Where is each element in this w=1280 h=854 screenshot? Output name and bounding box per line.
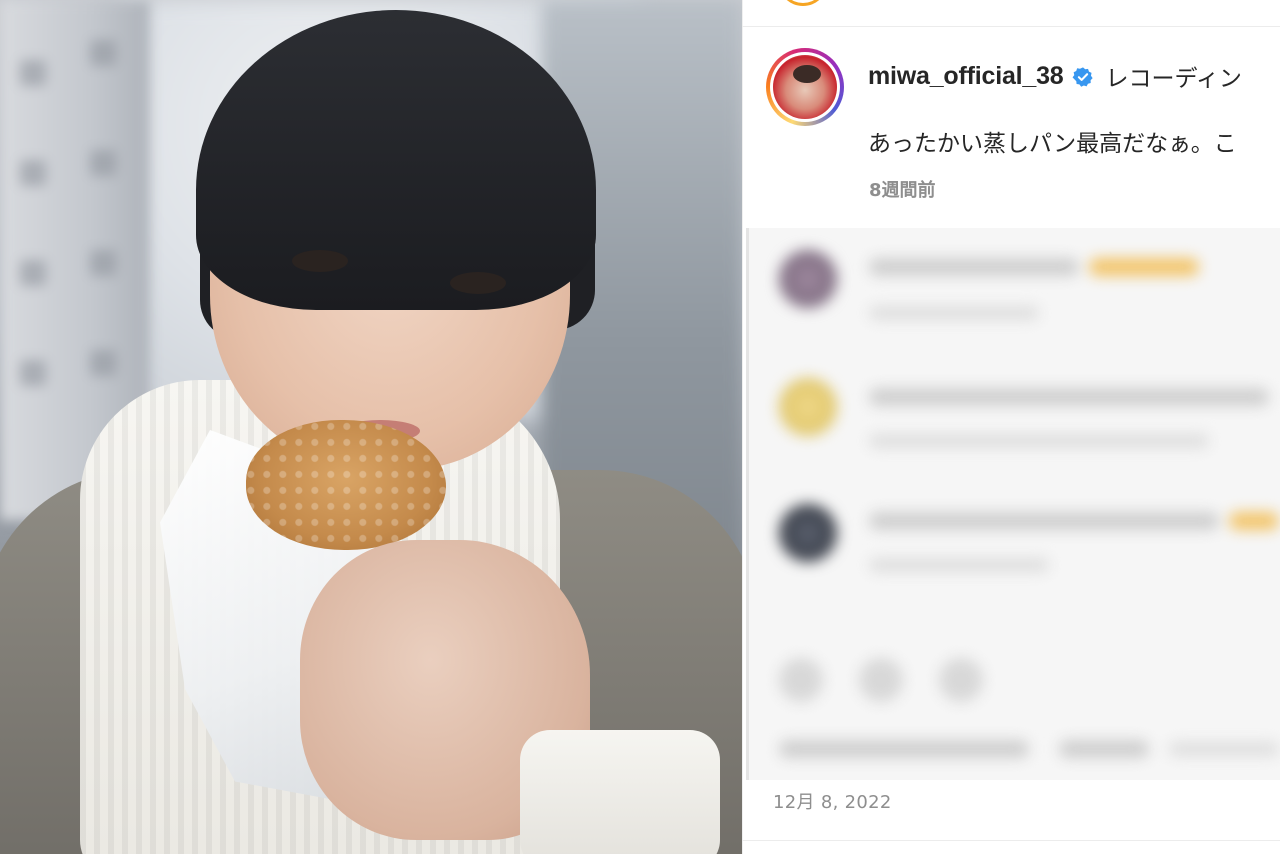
share-icon[interactable] (939, 658, 983, 702)
bottom-divider (742, 840, 1280, 841)
post-caption: あったかい蒸しパン最高だなぁ。こ (868, 131, 1237, 157)
author-row: miwa_official_38 レコーディン (868, 58, 1242, 94)
author-avatar[interactable] (766, 48, 844, 126)
comment-text-bar (869, 388, 1269, 406)
post-time-ago[interactable]: 8週間前 (869, 176, 936, 202)
header-divider (742, 26, 1280, 27)
photo-eye-right (450, 272, 506, 294)
comment-emoji-bar (1089, 258, 1199, 276)
like-icon[interactable] (779, 658, 823, 702)
photo-steamed-bun (246, 420, 446, 550)
comment-meta-bar (869, 434, 1209, 448)
comment-text-bar (869, 512, 1219, 530)
comment-avatar (779, 504, 837, 562)
photo-sleeve (520, 730, 720, 854)
comment-avatar (779, 250, 837, 308)
comments-blur-layer (749, 228, 1280, 780)
author-username[interactable]: miwa_official_38 (868, 62, 1064, 91)
comment-emoji-bar (1229, 512, 1279, 530)
comment-text-bar (869, 258, 1079, 276)
comment-meta-bar (869, 306, 1039, 320)
comment-avatar (779, 378, 837, 436)
author-avatar-image (773, 55, 837, 119)
likes-text-bar (1169, 742, 1279, 756)
comment-icon[interactable] (859, 658, 903, 702)
photo-eye-left (292, 250, 348, 272)
caption-first-line: レコーディン (1105, 66, 1242, 92)
comment-meta-bar (869, 558, 1049, 572)
post-date: 12月 8, 2022 (773, 792, 892, 813)
comments-section-blurred (746, 228, 1280, 780)
likes-text-bar (779, 740, 1029, 758)
author-avatar-inner (770, 52, 840, 122)
likes-text-bar (1059, 740, 1149, 758)
verified-badge-icon (1072, 66, 1094, 88)
post-photo[interactable] (0, 0, 742, 854)
